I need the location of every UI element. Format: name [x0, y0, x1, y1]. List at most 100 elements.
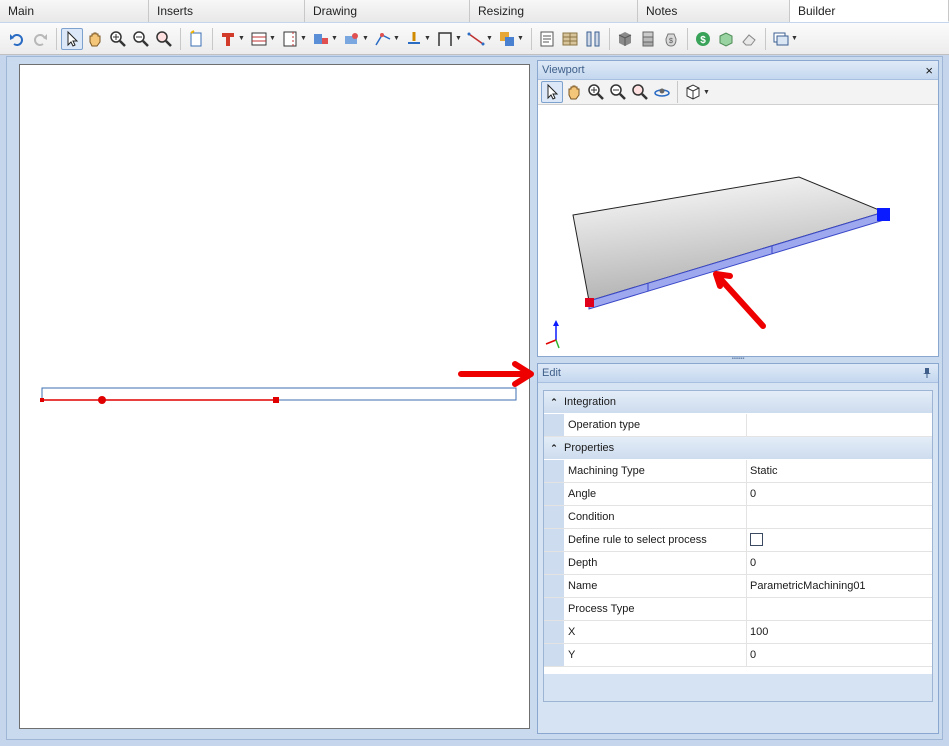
pan-hand-icon[interactable]	[84, 28, 106, 50]
property-row[interactable]: Condition	[544, 506, 932, 529]
property-name: Machining Type	[564, 460, 747, 482]
zoom-out-icon[interactable]	[130, 28, 152, 50]
property-name: X	[564, 621, 747, 643]
tab-inserts[interactable]: Inserts	[149, 0, 305, 22]
property-value[interactable]: 0	[747, 644, 932, 666]
property-row[interactable]: Machining Type Static	[544, 460, 932, 483]
tab-resizing[interactable]: Resizing	[470, 0, 638, 22]
cost-bag-icon[interactable]: $	[660, 28, 682, 50]
edit-title-bar: Edit	[538, 364, 938, 383]
layout-dropdown-icon[interactable]: ▼	[248, 28, 278, 50]
collapse-icon[interactable]: ⌃	[544, 443, 564, 454]
end-handle[interactable]	[877, 208, 890, 221]
property-value[interactable]: 0	[747, 483, 932, 505]
toolbar-separator	[677, 81, 678, 103]
property-row[interactable]: Define rule to select process	[544, 529, 932, 552]
toolbar-separator	[212, 27, 213, 50]
tab-notes[interactable]: Notes	[638, 0, 790, 22]
new-part-icon[interactable]	[185, 28, 207, 50]
window-dropdown-icon[interactable]: ▼	[770, 28, 800, 50]
redo-icon[interactable]	[29, 28, 51, 50]
property-value[interactable]	[747, 529, 932, 551]
workspace: Viewport × ▼ ▪▪▪▪▪▪ Edit ⌃ Integration O…	[6, 56, 943, 740]
undo-icon[interactable]	[6, 28, 28, 50]
material-icon[interactable]	[559, 28, 581, 50]
property-value[interactable]	[747, 506, 932, 528]
copy-dropdown-icon[interactable]: ▼	[496, 28, 526, 50]
frame-dropdown-icon[interactable]: ▼	[434, 28, 464, 50]
drawing-canvas[interactable]	[19, 64, 530, 729]
property-grid-footer	[544, 674, 932, 701]
view-cube-icon[interactable]: ▼	[682, 81, 712, 103]
toolbar-separator	[609, 27, 610, 50]
panel-splitter[interactable]: ▪▪▪▪▪▪	[537, 356, 939, 362]
property-row[interactable]: Operation type	[544, 414, 932, 437]
zoom-out-icon[interactable]	[607, 81, 629, 103]
toolbar-separator	[180, 27, 181, 50]
zoom-extents-icon[interactable]	[153, 28, 175, 50]
select-pointer-icon[interactable]	[541, 81, 563, 103]
machining-dropdown-icon[interactable]: ▼	[341, 28, 371, 50]
report-icon[interactable]	[536, 28, 558, 50]
toolbar-separator	[687, 27, 688, 50]
property-value[interactable]: 100	[747, 621, 932, 643]
property-row[interactable]: Process Type	[544, 598, 932, 621]
path-dropdown-icon[interactable]: ▼	[372, 28, 402, 50]
svg-text:$: $	[700, 35, 706, 46]
main-toolbar: ▼ ▼ ▼ ▼ ▼ ▼ ▼ ▼ ▼ ▼ $ $ ▼	[0, 23, 949, 55]
3d-view-canvas[interactable]	[538, 106, 938, 356]
machining-end-handle[interactable]	[273, 397, 279, 403]
machining-mid-handle[interactable]	[98, 396, 106, 404]
collapse-icon[interactable]: ⌃	[544, 397, 564, 408]
box-icon[interactable]	[614, 28, 636, 50]
property-value[interactable]: ParametricMachining01	[747, 575, 932, 597]
property-name: Define rule to select process	[564, 529, 747, 551]
property-value[interactable]: 0	[747, 552, 932, 574]
columns-icon[interactable]	[582, 28, 604, 50]
property-name: Depth	[564, 552, 747, 574]
category-integration[interactable]: ⌃ Integration	[544, 391, 932, 414]
tab-drawing[interactable]: Drawing	[305, 0, 470, 22]
property-value[interactable]	[747, 414, 932, 436]
viewport-panel: Viewport × ▼	[537, 60, 939, 357]
pin-icon[interactable]	[921, 364, 933, 383]
viewport-title: Viewport	[542, 64, 585, 76]
property-value[interactable]	[747, 598, 932, 620]
property-row[interactable]: Y 0	[544, 644, 932, 667]
refresh-3d-icon[interactable]	[715, 28, 737, 50]
property-row[interactable]: X 100	[544, 621, 932, 644]
category-properties[interactable]: ⌃ Properties	[544, 437, 932, 460]
rule-checkbox[interactable]	[750, 532, 763, 546]
property-row[interactable]: Depth 0	[544, 552, 932, 575]
close-icon[interactable]: ×	[925, 61, 933, 80]
line-dropdown-icon[interactable]: ▼	[465, 28, 495, 50]
zoom-extents-icon[interactable]	[629, 81, 651, 103]
tab-main[interactable]: Main	[0, 0, 149, 22]
start-handle[interactable]	[585, 298, 594, 307]
zoom-in-icon[interactable]	[107, 28, 129, 50]
select-pointer-icon[interactable]	[61, 27, 83, 50]
drill-dropdown-icon[interactable]: ▼	[403, 28, 433, 50]
pan-hand-icon[interactable]	[563, 81, 585, 103]
property-name: Condition	[564, 506, 747, 528]
orbit-icon[interactable]	[651, 81, 673, 103]
zoom-in-icon[interactable]	[585, 81, 607, 103]
panel-top-face	[572, 176, 886, 302]
property-grid: ⌃ Integration Operation type ⌃ Propertie…	[543, 390, 933, 702]
property-row[interactable]: Angle 0	[544, 483, 932, 506]
machining-start-handle[interactable]	[40, 398, 44, 402]
property-name: Y	[564, 644, 747, 666]
tab-builder[interactable]: Builder	[790, 0, 949, 22]
tool-dropdown-icon[interactable]: ▼	[217, 28, 247, 50]
panel-dropdown-icon[interactable]: ▼	[279, 28, 309, 50]
annotation-arrow-edit	[458, 361, 534, 387]
toolbar-separator	[531, 27, 532, 50]
toolbar-separator	[56, 27, 57, 50]
insert-dropdown-icon[interactable]: ▼	[310, 28, 340, 50]
category-label: Properties	[564, 442, 615, 454]
property-value[interactable]: Static	[747, 460, 932, 482]
parts-icon[interactable]	[637, 28, 659, 50]
price-icon[interactable]: $	[692, 28, 714, 50]
property-row[interactable]: Name ParametricMachining01	[544, 575, 932, 598]
eraser-icon[interactable]	[738, 28, 760, 50]
